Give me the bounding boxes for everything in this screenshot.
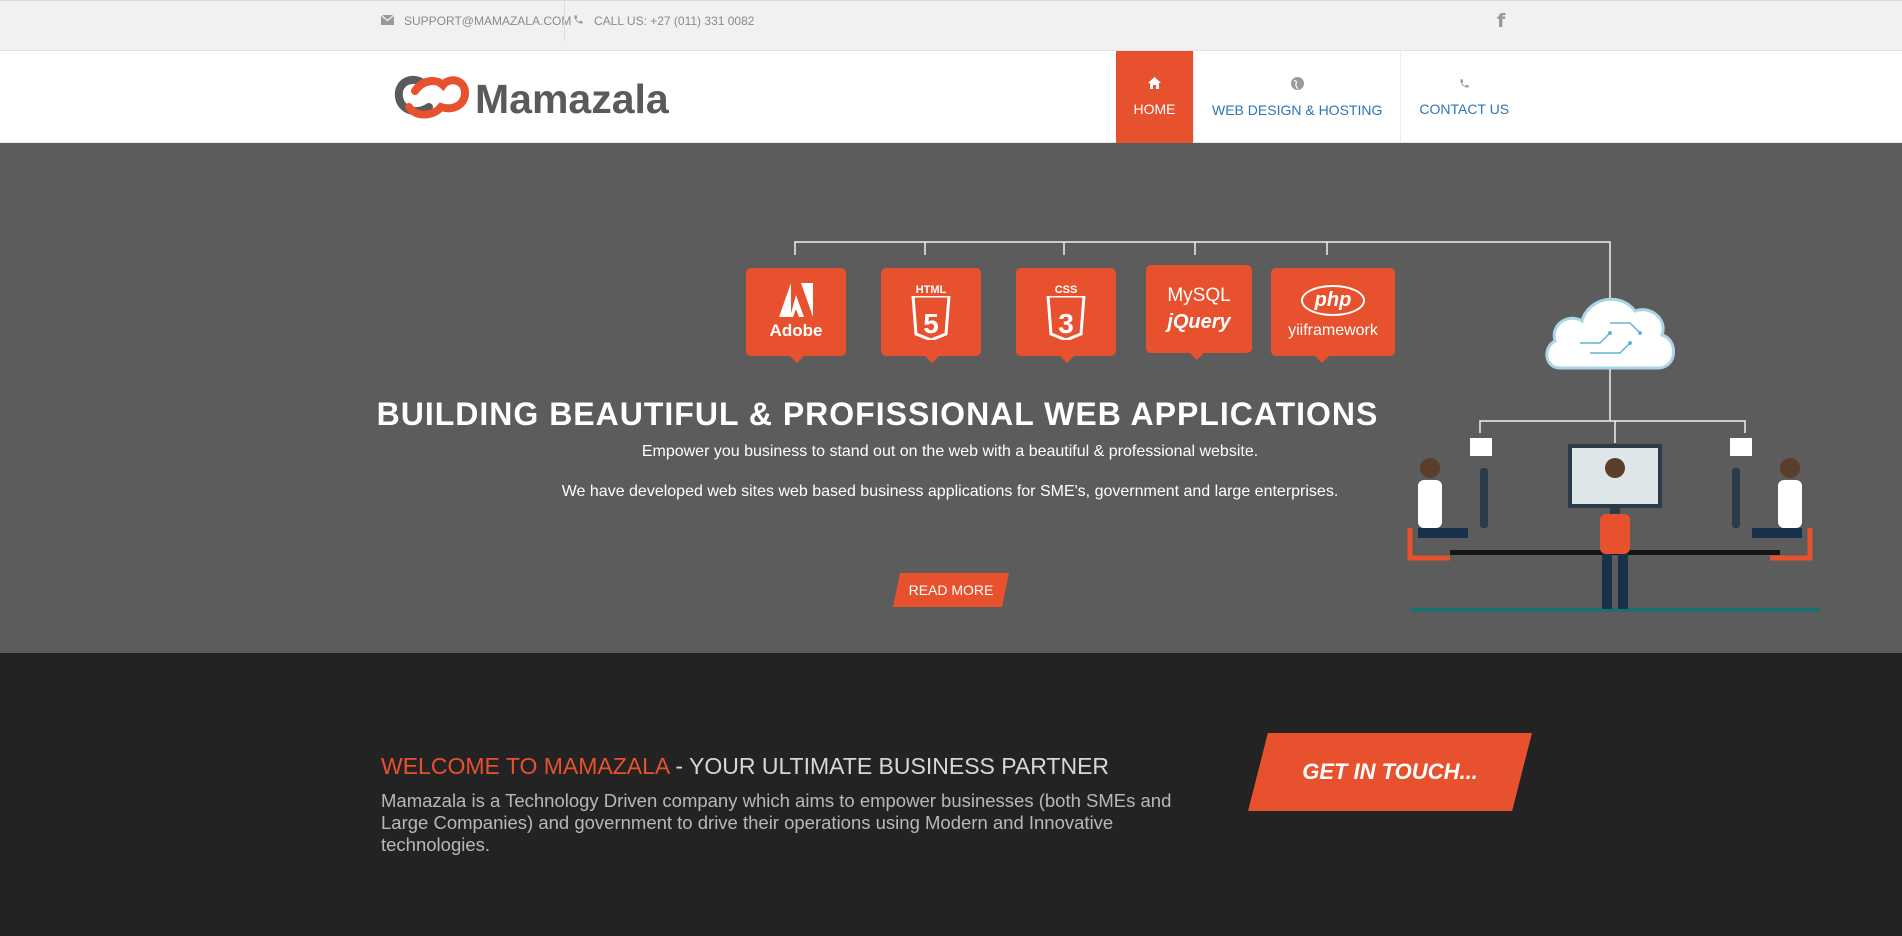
facebook-icon[interactable]: f [1497,10,1505,32]
adobe-badge: Adobe [746,268,846,363]
phone-text: CALL US: +27 (011) 331 0082 [594,14,755,28]
envelope-icon [380,14,395,28]
phone-contact[interactable]: CALL US: +27 (011) 331 0082 [573,14,754,28]
adobe-logo-icon [779,283,813,317]
nav-contact-us[interactable]: CONTACT US [1400,51,1527,143]
nav-home[interactable]: HOME [1116,51,1193,143]
nav-contact-label: CONTACT US [1419,100,1510,117]
topbar-divider [564,1,565,41]
css-version: 3 [1058,308,1074,339]
yii-label: yiiframework [1288,321,1378,339]
welcome-title-accent: WELCOME TO MAMAZALA [381,753,669,779]
welcome-title: WELCOME TO MAMAZALA - YOUR ULTIMATE BUSI… [381,753,1109,780]
get-in-touch-button[interactable]: GET IN TOUCH... [1248,733,1532,811]
read-more-button[interactable]: READ MORE [893,573,1009,607]
phone-icon [573,14,584,28]
php-yii-badge: php yiiframework [1271,268,1395,363]
adobe-label: Adobe [769,321,823,340]
developers-illustration [1407,438,1820,612]
logo-text: Mamazala [475,76,669,122]
css-label: CSS [1054,284,1078,296]
html-label: HTML [915,284,947,296]
welcome-description: Mamazala is a Technology Driven company … [381,790,1172,855]
hero-subtitle-2: We have developed web sites web based bu… [561,483,1339,500]
jquery-label: jQuery [1167,310,1231,333]
hero-section: Adobe HTML 5 CSS 3 MySQL jQuery php yiif… [0,143,1902,653]
site-header: Mamazala HOME WEB DESIGN & HOSTING CONTA… [0,51,1902,143]
email-text: SUPPORT@MAMAZALA.COM [404,14,572,28]
welcome-section: WELCOME TO MAMAZALA - YOUR ULTIMATE BUSI… [0,653,1902,936]
logo[interactable]: Mamazala [393,71,669,128]
email-contact[interactable]: SUPPORT@MAMAZALA.COM [380,14,572,28]
hero-title-text: BUILDING BEAUTIFUL & PROFISSIONAL WEB AP… [376,396,1379,432]
css3-badge: CSS 3 [1016,268,1116,363]
hero-subtitle-1: Empower you business to stand out on the… [641,443,1259,460]
logo-mark-icon [393,71,471,128]
mysql-label: MySQL [1167,284,1231,306]
main-nav: HOME WEB DESIGN & HOSTING CONTACT US [1116,51,1527,143]
cloud-icon [1545,297,1675,370]
php-label: php [1300,284,1366,316]
welcome-title-rest: - YOUR ULTIMATE BUSINESS PARTNER [668,753,1110,779]
html5-badge: HTML 5 [881,268,981,363]
hero-title: BUILDING BEAUTIFUL & PROFISSIONAL WEB AP… [0,396,1902,433]
nav-web-design-label: WEB DESIGN & HOSTING [1212,101,1383,118]
nav-home-label: HOME [1133,101,1176,117]
home-icon [1148,77,1161,93]
html-version: 5 [923,308,939,339]
top-bar: SUPPORT@MAMAZALA.COM CALL US: +27 (011) … [0,0,1902,51]
phone-icon [1459,78,1470,93]
mysql-jquery-badge: MySQL jQuery [1146,265,1252,360]
globe-icon [1290,76,1304,94]
nav-web-design-hosting[interactable]: WEB DESIGN & HOSTING [1193,51,1400,143]
